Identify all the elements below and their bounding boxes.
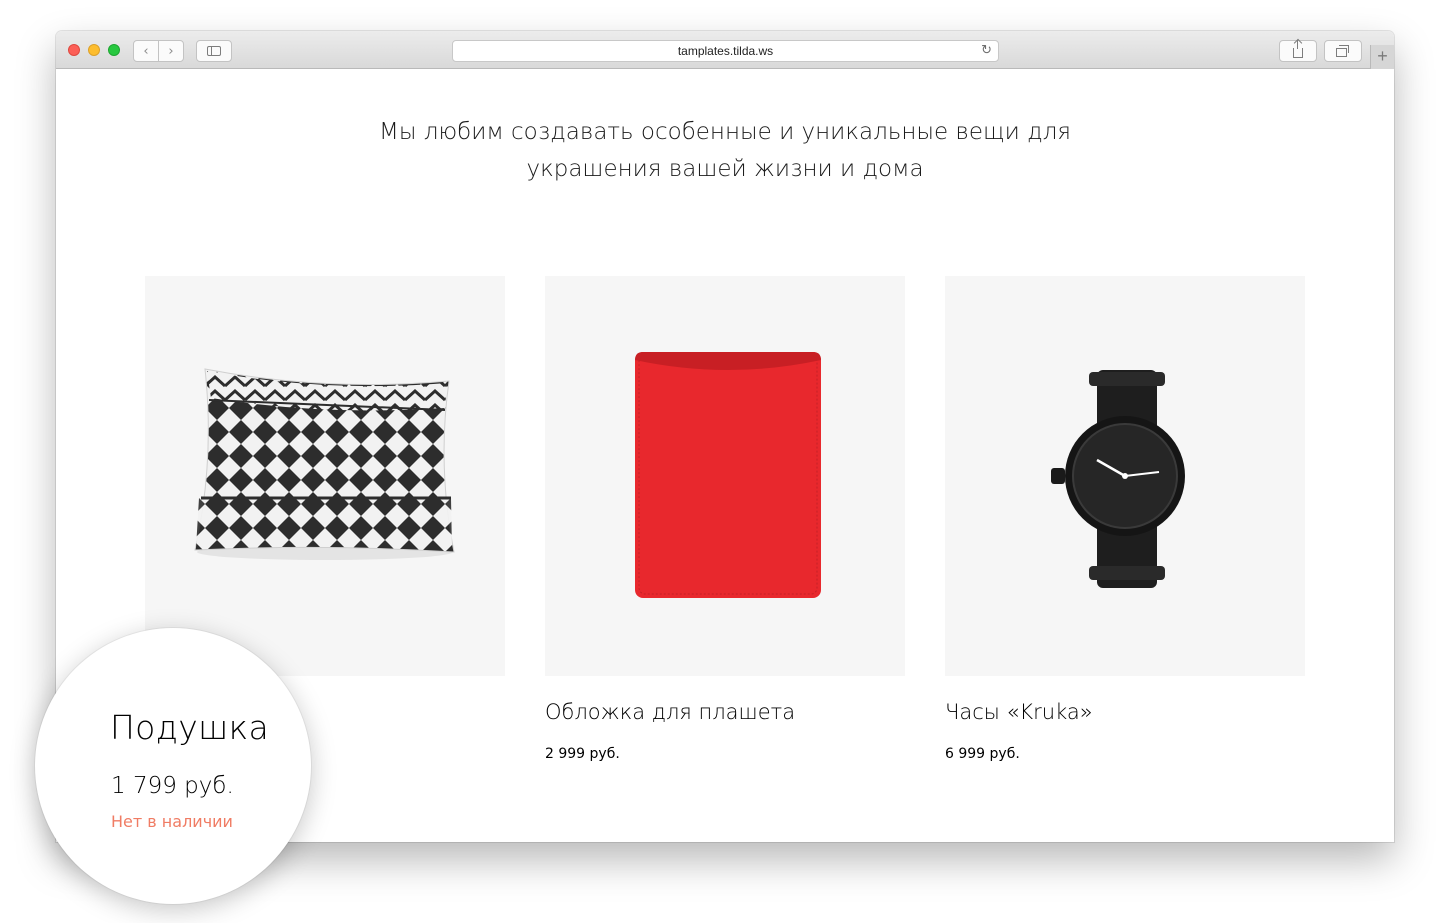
zoom-window-button[interactable] — [108, 44, 120, 56]
new-tab-button[interactable]: + — [1370, 45, 1394, 69]
chevron-left-icon: ‹ — [143, 43, 149, 59]
address-bar[interactable]: tamplates.tilda.ws ↻ — [452, 40, 999, 62]
share-icon — [1293, 40, 1303, 58]
sidebar-icon — [207, 46, 221, 56]
back-button[interactable]: ‹ — [133, 40, 159, 62]
page-tagline: Мы любим создавать особенные и уникальны… — [56, 114, 1394, 188]
minimize-window-button[interactable] — [88, 44, 100, 56]
tab-overview-button[interactable] — [1324, 40, 1362, 62]
sidebar-toggle-button[interactable] — [196, 40, 232, 62]
browser-toolbar: ‹ › tamplates.tilda.ws ↻ + — [56, 31, 1394, 69]
product-title[interactable]: Подушка — [110, 708, 269, 747]
product-price: 1 799 руб. — [111, 773, 234, 799]
product-title[interactable]: Часы «Kruka» — [945, 700, 1093, 724]
plus-icon: + — [1377, 46, 1388, 66]
out-of-stock-label: Нет в наличии — [111, 812, 233, 831]
tabs-overview-icon — [1336, 45, 1349, 57]
product-price: 6 999 руб. — [945, 746, 1020, 762]
product-price: 2 999 руб. — [545, 746, 620, 762]
pillow-image[interactable] — [145, 276, 505, 676]
product-title[interactable]: Обложка для плашета — [545, 700, 795, 724]
close-window-button[interactable] — [68, 44, 80, 56]
chevron-right-icon: › — [168, 43, 174, 59]
tagline-line-1: Мы любим создавать особенные и уникальны… — [379, 119, 1071, 145]
product-callout-magnifier: Подушка 1 799 руб. Нет в наличии — [35, 628, 311, 904]
history-navigation: ‹ › — [133, 40, 185, 62]
tagline-line-2: украшения вашей жизни и дома — [526, 156, 924, 182]
black-watch-image[interactable] — [945, 276, 1305, 676]
forward-button[interactable]: › — [158, 40, 184, 62]
red-tablet-sleeve-image[interactable] — [545, 276, 905, 676]
address-url: tamplates.tilda.ws — [677, 44, 774, 58]
share-button[interactable] — [1279, 40, 1317, 62]
reload-icon[interactable]: ↻ — [981, 41, 992, 61]
